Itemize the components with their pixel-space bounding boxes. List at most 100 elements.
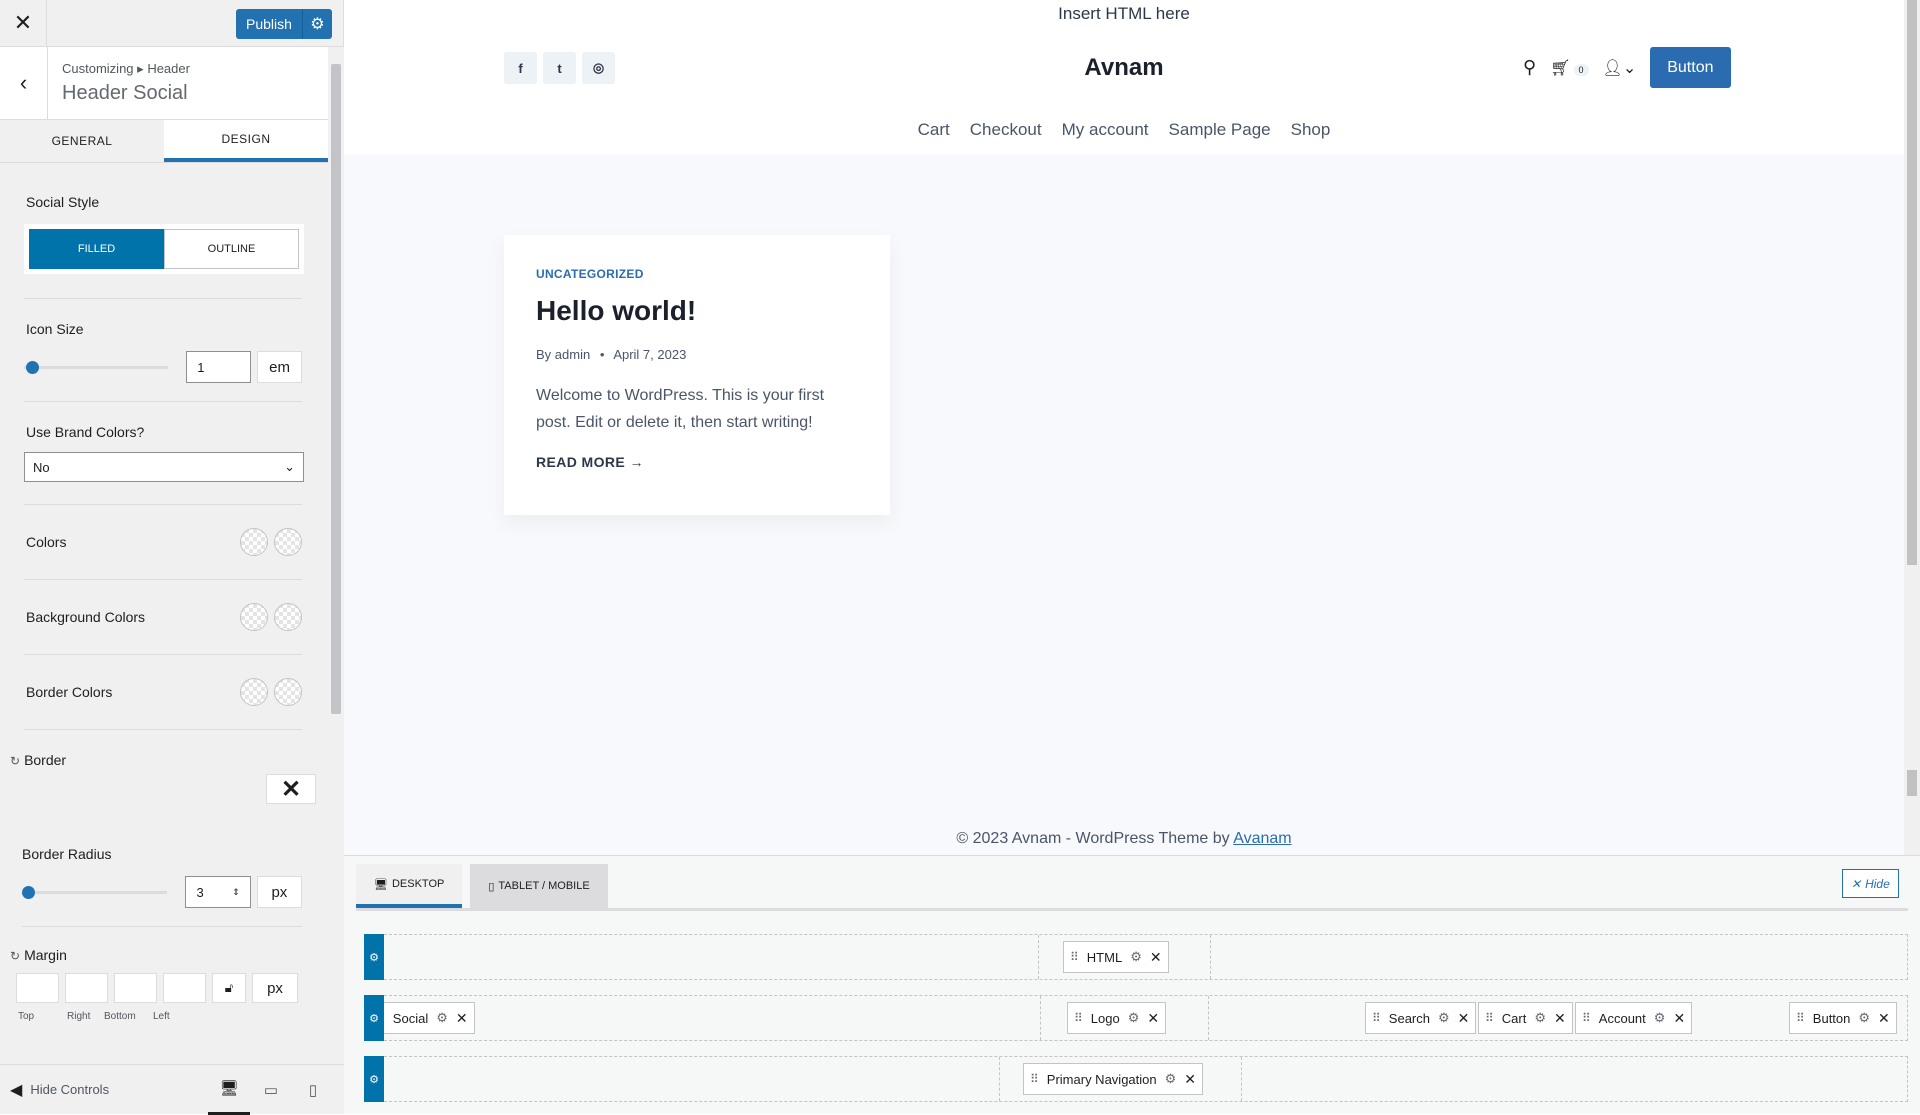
border-swatch[interactable] [240,678,268,706]
border-clear-button[interactable]: ✕ [266,774,316,804]
nav-item-cart[interactable]: Cart [918,120,950,140]
background-swatch[interactable] [240,603,268,631]
close-icon[interactable]: ✕ [1673,1010,1685,1027]
icon-size-unit[interactable]: em [257,351,302,383]
read-more-link[interactable]: READ MORE → [536,454,858,470]
builder-item-primary-navigation[interactable]: ⠿ Primary Navigation ⚙ ✕ [1023,1063,1204,1095]
color-hover-swatch[interactable] [274,528,302,556]
cart-icon[interactable]: 🛒︎ 0 [1550,58,1589,78]
publish-button[interactable]: Publish [236,9,302,39]
gear-icon: ⚙ [369,1012,379,1025]
tab-desktop[interactable]: 🖥︎ DESKTOP [356,864,463,908]
color-swatch[interactable] [240,528,268,556]
reset-icon[interactable]: ↻ [10,754,20,768]
drag-handle-icon[interactable]: ⠿ [1070,950,1079,964]
nav-item-my-account[interactable]: My account [1062,120,1149,140]
builder-item-account[interactable]: ⠿ Account ⚙ ✕ [1575,1002,1693,1034]
builder-row-top[interactable]: ⠿ HTML ⚙ ✕ [364,934,1908,980]
border-radius-input[interactable]: 3 ⇕ [185,876,251,908]
margin-bottom-input[interactable] [114,973,157,1003]
margin-left-input[interactable] [163,973,206,1003]
close-icon[interactable]: ✕ [1147,1010,1159,1027]
builder-row-bottom[interactable]: ⠿ Primary Navigation ⚙ ✕ [364,1056,1908,1102]
account-icon[interactable]: 👤︎⌄ [1603,58,1637,78]
margin-unit[interactable]: px [252,973,298,1003]
icon-size-input[interactable]: 1 [186,351,252,383]
builder-item-cart[interactable]: ⠿ Cart ⚙ ✕ [1478,1002,1573,1034]
builder-item-logo[interactable]: ⠿ Logo ⚙ ✕ [1067,1002,1167,1034]
icon-size-slider[interactable] [24,360,169,374]
drag-handle-icon[interactable]: ⠿ [1796,1011,1805,1025]
desktop-preview-icon[interactable]: 🖥︎ [208,1065,250,1115]
hide-controls-icon[interactable]: ◀ [10,1080,22,1100]
drag-handle-icon[interactable]: ⠿ [1074,1011,1083,1025]
close-icon[interactable]: ✕ [1150,949,1162,966]
header-html[interactable]: Insert HTML here [344,4,1904,24]
outline-option[interactable]: OUTLINE [164,229,299,269]
gear-icon[interactable]: ⚙ [1654,1010,1666,1026]
gear-icon[interactable]: ⚙ [436,1010,448,1026]
builder-item-button[interactable]: ⠿ Button ⚙ ✕ [1789,1002,1897,1034]
builder-item-social[interactable]: ⠿Social⚙✕ [369,1002,475,1034]
post-date[interactable]: April 7, 2023 [613,347,686,362]
close-customizer-button[interactable]: ✕ [0,0,47,47]
close-icon[interactable]: ✕ [1184,1071,1196,1088]
back-button[interactable]: ‹ [0,47,48,119]
brand-colors-select[interactable]: No ⌄ [24,452,304,482]
close-icon[interactable]: ✕ [1878,1010,1890,1027]
gear-icon[interactable]: ⚙ [1534,1010,1546,1026]
post-category[interactable]: UNCATEGORIZED [536,267,858,281]
copyright-link[interactable]: Avanam [1233,830,1291,847]
gear-icon[interactable]: ⚙ [1165,1071,1177,1087]
border-radius-unit[interactable]: px [256,876,302,908]
spinner-icon[interactable]: ⇕ [232,887,240,898]
publish-settings-button[interactable]: ⚙ [301,9,332,39]
copyright-text: © 2023 Avnam - WordPress Theme by [956,830,1230,847]
slider-thumb[interactable] [22,885,35,899]
mobile-preview-icon[interactable]: ▯ [292,1065,334,1115]
close-icon[interactable]: ✕ [1458,1010,1470,1027]
border-colors-label: Border Colors [26,684,113,700]
search-icon[interactable]: ⚲ [1523,57,1536,78]
gear-icon[interactable]: ⚙ [1438,1010,1450,1026]
drag-handle-icon[interactable]: ⠿ [1372,1011,1381,1025]
preview-scrollbar-thumb[interactable] [1907,0,1917,565]
tab-tablet-mobile[interactable]: ▯ TABLET / MOBILE [470,864,608,908]
nav-item-shop[interactable]: Shop [1291,120,1331,140]
drag-handle-icon[interactable]: ⠿ [1030,1072,1039,1086]
drag-handle-icon[interactable]: ⠿ [1582,1011,1591,1025]
row-settings-button[interactable]: ⚙ [364,934,384,980]
hide-controls-button[interactable]: Hide Controls [30,1082,208,1097]
filled-option[interactable]: FILLED [29,229,164,269]
close-icon[interactable]: ✕ [456,1010,468,1027]
header-button[interactable]: Button [1650,47,1731,88]
border-radius-slider[interactable] [22,885,168,899]
gear-icon[interactable]: ⚙ [1858,1010,1870,1026]
builder-item-html[interactable]: ⠿ HTML ⚙ ✕ [1063,941,1169,973]
builder-row-main[interactable]: ⠿ Social ⚙ ✕ ⠿ Logo ⚙ ✕ ⠿ Search ⚙ ✕ ⠿ Cart ⚙ ✕ ⠿ Acc… [364,995,1908,1041]
tab-general[interactable]: GENERAL [0,120,164,162]
close-icon[interactable]: ✕ [1554,1010,1566,1027]
slider-thumb[interactable] [26,360,39,374]
nav-item-sample-page[interactable]: Sample Page [1169,120,1271,140]
tab-design[interactable]: DESIGN [164,120,328,162]
drag-handle-icon[interactable]: ⠿ [1485,1011,1494,1025]
border-hover-swatch[interactable] [274,678,302,706]
gear-icon[interactable]: ⚙ [1130,949,1142,965]
reset-icon[interactable]: ↻ [10,949,20,963]
margin-right-input[interactable] [65,973,108,1003]
margin-top-input[interactable] [16,973,59,1003]
row-settings-button[interactable]: ⚙ [364,1056,384,1102]
gear-icon[interactable]: ⚙ [1128,1010,1140,1026]
post-author[interactable]: admin [555,347,590,362]
builder-item-label: Button [1812,1010,1851,1026]
row-settings-button[interactable]: ⚙ [364,995,384,1041]
post-title[interactable]: Hello world! [536,295,858,327]
hide-builder-button[interactable]: ✕ Hide [1842,869,1899,898]
nav-item-checkout[interactable]: Checkout [970,120,1042,140]
background-hover-swatch[interactable] [274,603,302,631]
builder-item-search[interactable]: ⠿ Search ⚙ ✕ [1365,1002,1477,1034]
lock-icon[interactable]: 🔓︎ [212,973,246,1003]
tablet-preview-icon[interactable]: ▭ [250,1065,292,1115]
panel-scrollbar-thumb[interactable] [331,64,341,714]
